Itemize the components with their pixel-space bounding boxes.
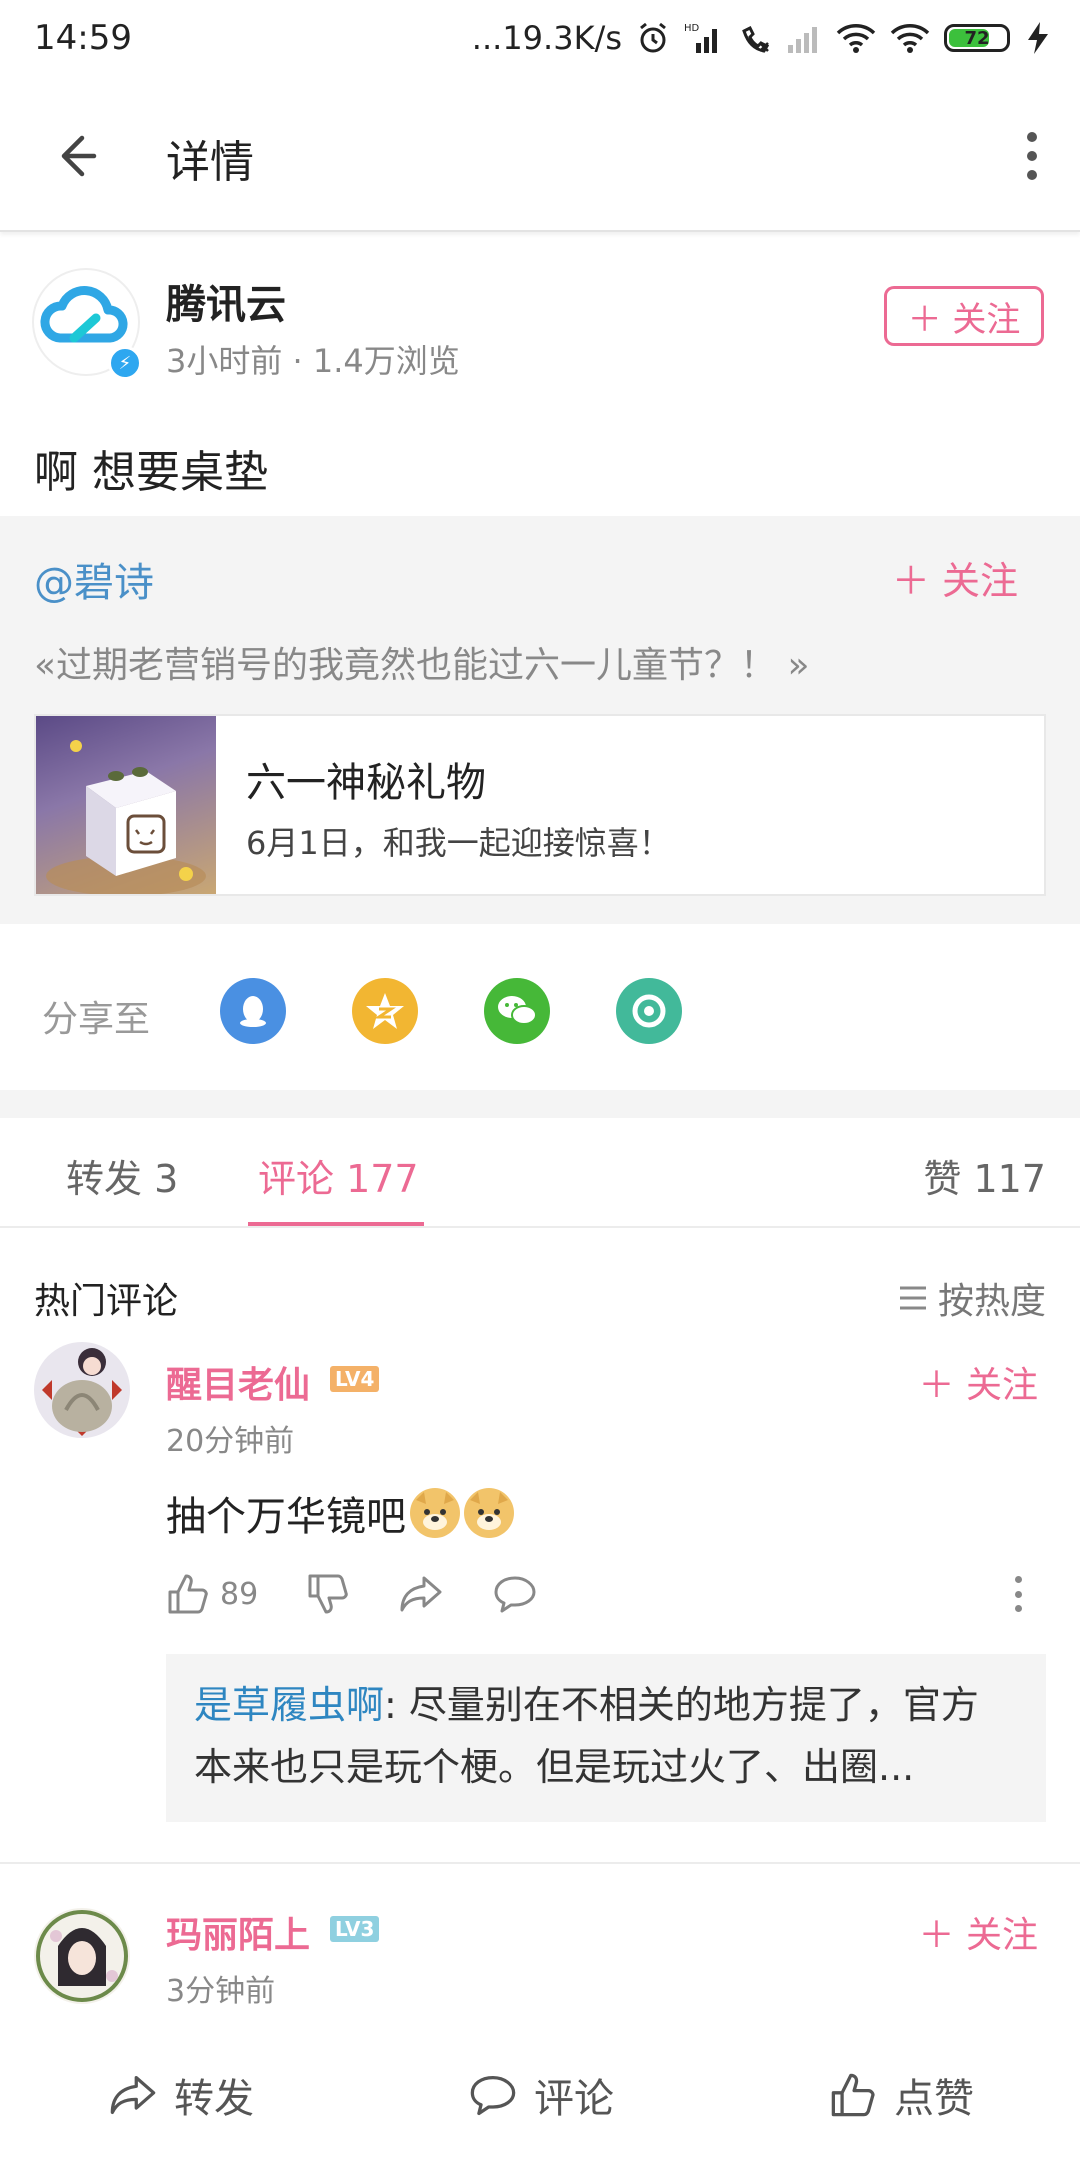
share-label: 分享至 bbox=[42, 999, 151, 1040]
verified-badge-icon: ⚡ bbox=[108, 346, 142, 380]
status-time: 14:59 bbox=[34, 18, 132, 58]
follow-author-button[interactable]: ＋ 关注 bbox=[884, 286, 1044, 346]
comment-time: 20分钟前 bbox=[166, 1424, 295, 1459]
tab-likes[interactable]: 赞 117 bbox=[923, 1148, 1046, 1203]
repost-user-link[interactable]: @碧诗 bbox=[34, 550, 154, 608]
like-post-button[interactable]: 点赞 bbox=[828, 2066, 974, 2124]
repost-label: 转发 bbox=[174, 2076, 254, 2122]
battery-level: 72 bbox=[964, 27, 990, 49]
tab-repost[interactable]: 转发 3 bbox=[66, 1148, 178, 1203]
follow-label: ＋ 关注 bbox=[907, 299, 1021, 340]
arrow-left-icon[interactable] bbox=[48, 126, 108, 186]
repost-text: «过期老营销号的我竟然也能过六一儿童节？！ » bbox=[34, 645, 810, 686]
comment-label: 评论 bbox=[534, 2076, 614, 2122]
hot-comments-title: 热门评论 bbox=[34, 1281, 179, 1322]
sort-label: 按热度 bbox=[937, 1281, 1046, 1322]
sort-button[interactable]: 按热度 bbox=[898, 1272, 1046, 1324]
card-thumbnail bbox=[36, 716, 216, 894]
doge-emoji-icon bbox=[410, 1488, 460, 1538]
qq-icon[interactable] bbox=[220, 978, 286, 1044]
more-vertical-icon[interactable] bbox=[1022, 132, 1042, 180]
wifi-icon bbox=[836, 24, 876, 53]
follow-label: ＋ 关注 bbox=[918, 1365, 1038, 1406]
signal-icon bbox=[788, 27, 817, 53]
share-comment-button[interactable] bbox=[398, 1572, 444, 1616]
comment-author-name[interactable]: 醒目老仙 bbox=[166, 1356, 310, 1408]
comment-author-name[interactable]: 玛丽陌上 bbox=[166, 1906, 310, 1958]
card-title: 六一神秘礼物 bbox=[246, 760, 486, 806]
battery-icon: 72 bbox=[944, 24, 1010, 52]
comment-more-icon[interactable] bbox=[1008, 1576, 1028, 1612]
alarm-icon bbox=[640, 22, 666, 53]
level-badge: LV4 bbox=[330, 1366, 380, 1392]
comment-avatar[interactable] bbox=[32, 1906, 132, 2006]
hd-signal-icon: HD bbox=[684, 23, 717, 53]
follow-label: ＋ 关注 bbox=[891, 559, 1018, 603]
repost-button[interactable]: 转发 bbox=[108, 2066, 254, 2124]
comment-separator bbox=[0, 1862, 1080, 1864]
reply-user-link[interactable]: 是草履虫啊 bbox=[194, 1683, 384, 1727]
comment-text-body: 抽个万华镜吧 bbox=[166, 1494, 406, 1540]
wechat-icon[interactable] bbox=[484, 978, 550, 1044]
doge-emoji-icon bbox=[464, 1488, 514, 1538]
comment-button[interactable]: 评论 bbox=[468, 2066, 614, 2124]
like-count: 89 bbox=[220, 1576, 259, 1612]
reply-preview[interactable]: 是草履虫啊: 尽量别在不相关的地方提了，官方本来也只是玩个梗。但是玩过火了、出圈… bbox=[166, 1654, 1046, 1822]
network-speed: ...19.3K/s bbox=[471, 19, 622, 57]
thumbs-up-icon bbox=[831, 2073, 875, 2117]
thumbs-down-icon bbox=[308, 1574, 348, 1614]
reply-button[interactable] bbox=[492, 1572, 538, 1616]
follow-commenter-button[interactable]: ＋ 关注 bbox=[919, 1906, 1038, 1958]
share-arrow-icon bbox=[400, 1576, 442, 1612]
author-name[interactable]: 腾讯云 bbox=[166, 272, 286, 330]
list-icon bbox=[899, 1286, 926, 1310]
thumbs-up-icon bbox=[168, 1574, 208, 1614]
comment-text: 抽个万华镜吧 bbox=[166, 1484, 514, 1542]
status-bar: 14:59 ...19.3K/s HD 72 bbox=[0, 0, 1080, 80]
comment-time: 3分钟前 bbox=[166, 1974, 276, 2009]
dislike-button[interactable] bbox=[306, 1572, 350, 1616]
tab-comments[interactable]: 评论 177 bbox=[258, 1148, 419, 1203]
level-badge: LV3 bbox=[330, 1916, 380, 1942]
page-title: 详情 bbox=[166, 137, 254, 188]
qzone-icon[interactable] bbox=[352, 978, 418, 1044]
comment-actions: 89 bbox=[166, 1572, 538, 1616]
comment-bubble-icon bbox=[470, 2075, 516, 2116]
charging-icon bbox=[1028, 22, 1048, 54]
reply-text: 是草履虫啊: 尽量别在不相关的地方提了，官方本来也只是玩个梗。但是玩过火了、出圈… bbox=[194, 1674, 1014, 1798]
wifi-2-icon bbox=[890, 24, 930, 53]
bottom-action-bar: 转发 评论 点赞 bbox=[0, 2040, 1080, 2160]
moments-icon[interactable] bbox=[616, 978, 682, 1044]
post-text: 啊 想要桌垫 bbox=[34, 447, 268, 498]
follow-commenter-button[interactable]: ＋ 关注 bbox=[919, 1356, 1038, 1408]
tabs-divider bbox=[0, 1226, 1080, 1228]
link-card[interactable]: 六一神秘礼物 6月1日，和我一起迎接惊喜！ bbox=[34, 714, 1046, 896]
reposted-content[interactable]: @碧诗 ＋ 关注 «过期老营销号的我竟然也能过六一儿童节？！ » 六一神秘礼物 … bbox=[0, 516, 1080, 924]
follow-repost-user-button[interactable]: ＋ 关注 bbox=[892, 550, 1018, 605]
call-missed-icon bbox=[742, 25, 770, 53]
status-icons: ...19.3K/s HD 72 bbox=[472, 16, 1054, 60]
post-meta: 3小时前 · 1.4万浏览 bbox=[166, 342, 460, 380]
comment-avatar[interactable] bbox=[32, 1340, 132, 1440]
section-divider bbox=[0, 1090, 1080, 1118]
svg-text:HD: HD bbox=[684, 23, 700, 34]
follow-label: ＋ 关注 bbox=[918, 1915, 1038, 1956]
top-app-bar: 详情 bbox=[0, 80, 1080, 232]
like-button[interactable]: 89 bbox=[166, 1572, 258, 1616]
like-label: 点赞 bbox=[894, 2076, 974, 2122]
comment-bubble-icon bbox=[494, 1576, 536, 1613]
share-arrow-icon bbox=[110, 2075, 156, 2115]
card-subtitle: 6月1日，和我一起迎接惊喜！ bbox=[246, 824, 671, 862]
